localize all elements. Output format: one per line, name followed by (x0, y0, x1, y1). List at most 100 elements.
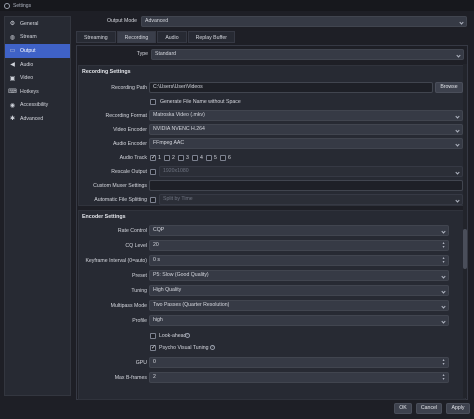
custom-muxer-input[interactable] (149, 180, 463, 191)
sidebar-item-stream[interactable]: ◍ Stream (5, 31, 70, 45)
gpu-row: GPU 0 ▲ ▼ (79, 357, 465, 369)
multipass-select[interactable]: Two Passes (Quarter Resolution) (149, 300, 449, 311)
tab-recording[interactable]: Recording (116, 31, 157, 43)
video-encoder-row: Video Encoder NVIDIA NVENC H.264 (79, 124, 465, 136)
auto-split-checkbox[interactable] (150, 196, 156, 203)
audio-encoder-select[interactable]: FFmpeg AAC (149, 138, 463, 149)
apply-button[interactable]: Apply (446, 403, 470, 414)
audio-track-checkbox-1[interactable] (150, 154, 156, 161)
audio-track-label-5: 5 (214, 154, 217, 161)
ok-button[interactable]: OK (394, 403, 412, 414)
rescale-output-select[interactable]: 1920x1080 (159, 166, 463, 177)
auto-split-select[interactable]: Split by Time (159, 194, 463, 205)
rescale-output-checkbox[interactable] (150, 168, 156, 175)
tuning-row: Tuning High Quality (79, 285, 465, 297)
tab-audio[interactable]: Audio (157, 31, 187, 43)
title-bar: Settings (0, 0, 474, 11)
profile-select[interactable]: high (149, 315, 449, 326)
rescale-output-row: Rescale Output 1920x1080 (79, 166, 465, 178)
obs-logo-icon (4, 2, 10, 9)
spin-arrows-icon[interactable]: ▲ ▼ (441, 373, 446, 381)
audio-encoder-label: Audio Encoder (112, 140, 147, 147)
custom-muxer-label: Custom Muxer Settings (93, 182, 147, 189)
cq-level-row: CQ Level 20 ▲ ▼ (79, 240, 465, 252)
audio-track-label-6: 6 (228, 154, 231, 161)
type-select[interactable]: Standard (151, 49, 464, 60)
recording-settings-group: Recording Settings Recording Path C:\Use… (78, 65, 466, 206)
no-space-checkbox[interactable] (150, 98, 156, 105)
keyframe-interval-row: Keyframe Interval (0=auto) 0 s ▲ ▼ (79, 255, 465, 267)
keyframe-interval-value: 0 s (153, 257, 160, 263)
sidebar-item-accessibility[interactable]: ◉ Accessibility (5, 99, 70, 113)
gpu-spinbox[interactable]: 0 ▲ ▼ (149, 357, 449, 368)
audio-track-checkbox-2[interactable] (164, 154, 170, 161)
cancel-button[interactable]: Cancel (416, 403, 442, 414)
spin-arrows-icon[interactable]: ▲ ▼ (441, 241, 446, 249)
look-ahead-row: Look-ahead ? (79, 330, 465, 342)
recording-path-input[interactable]: C:\Users\User\Videos (149, 82, 433, 93)
settings-sidebar: ⚙ General ◍ Stream ▭ Output ◀ Audio ▣ Vi… (4, 16, 71, 396)
multipass-row: Multipass Mode Two Passes (Quarter Resol… (79, 300, 465, 312)
cq-level-spinbox[interactable]: 20 ▲ ▼ (149, 240, 449, 251)
look-ahead-label: Look-ahead (159, 332, 187, 339)
sidebar-item-hotkeys[interactable]: ⌨ Hotkeys (5, 85, 70, 99)
vertical-scrollbar[interactable] (463, 64, 467, 398)
preset-select[interactable]: P5: Slow (Good Quality) (149, 270, 449, 281)
video-encoder-label: Video Encoder (113, 126, 147, 133)
sidebar-item-label: Output (20, 47, 36, 54)
browse-button[interactable]: Browse (435, 82, 463, 93)
group-title: Encoder Settings (82, 214, 126, 220)
max-bframes-row: Max B-frames 2 ▲ ▼ (79, 372, 465, 384)
speaker-icon: ◀ (10, 62, 15, 69)
psycho-visual-row: Psycho Visual Tuning ? (79, 342, 465, 354)
sidebar-item-label: Advanced (20, 115, 44, 122)
sidebar-item-general[interactable]: ⚙ General (5, 17, 70, 31)
tab-replay-buffer[interactable]: Replay Buffer (187, 31, 235, 43)
sidebar-item-video[interactable]: ▣ Video (5, 71, 70, 85)
profile-row: Profile high (79, 315, 465, 327)
audio-encoder-row: Audio Encoder FFmpeg AAC (79, 138, 465, 150)
sidebar-item-audio[interactable]: ◀ Audio (5, 58, 70, 72)
rate-control-label: Rate Control (117, 227, 147, 234)
recording-path-row: Recording Path C:\Users\User\Videos Brow… (79, 82, 465, 94)
keyframe-interval-spinbox[interactable]: 0 s ▲ ▼ (149, 255, 449, 266)
spin-arrows-icon[interactable]: ▲ ▼ (441, 358, 446, 366)
settings-scroll-area[interactable]: Recording Settings Recording Path C:\Use… (77, 64, 467, 400)
recording-format-row: Recording Format Matroska Video (.mkv) (79, 110, 465, 122)
tab-streaming[interactable]: Streaming (76, 31, 116, 43)
audio-track-checkbox-5[interactable] (206, 154, 212, 161)
audio-track-checkbox-3[interactable] (178, 154, 184, 161)
video-encoder-select[interactable]: NVIDIA NVENC H.264 (149, 124, 463, 135)
audio-track-checkbox-4[interactable] (192, 154, 198, 161)
audio-track-checkbox-6[interactable] (220, 154, 226, 161)
rescale-output-label: Rescale Output (111, 168, 147, 175)
output-mode-select[interactable]: Advanced (141, 16, 467, 27)
sidebar-item-advanced[interactable]: ✱ Advanced (5, 112, 70, 126)
recording-format-label: Recording Format (105, 112, 147, 119)
help-icon[interactable]: ? (185, 332, 190, 338)
recording-panel: Type Standard Recording Settings Recordi… (76, 45, 468, 400)
recording-format-select[interactable]: Matroska Video (.mkv) (149, 110, 463, 121)
sidebar-item-label: Accessibility (20, 102, 49, 109)
cq-level-value: 20 (153, 242, 159, 248)
psycho-visual-label: Psycho Visual Tuning (159, 344, 209, 351)
audio-track-row: Audio Track 1 2 3 4 5 6 (79, 152, 465, 164)
gpu-value: 0 (153, 359, 156, 365)
help-icon[interactable]: ? (210, 344, 215, 350)
monitor-icon: ▣ (9, 75, 16, 82)
look-ahead-checkbox[interactable] (150, 332, 156, 339)
psycho-visual-checkbox[interactable] (150, 344, 156, 351)
type-row: Type Standard (77, 49, 467, 61)
max-bframes-spinbox[interactable]: 2 ▲ ▼ (149, 372, 449, 383)
no-space-row: Generate File Name without Space (79, 96, 465, 108)
rate-control-select[interactable]: CQP (149, 225, 449, 236)
scrollbar-thumb[interactable] (463, 229, 467, 269)
window-title: Settings (13, 2, 32, 9)
encoder-settings-group: Encoder Settings Rate Control CQP CQ Lev… (78, 210, 466, 400)
recording-path-label: Recording Path (111, 84, 147, 91)
max-bframes-label: Max B-frames (114, 374, 147, 381)
profile-label: Profile (132, 317, 147, 324)
tuning-select[interactable]: High Quality (149, 285, 449, 296)
spin-arrows-icon[interactable]: ▲ ▼ (441, 256, 446, 264)
sidebar-item-output[interactable]: ▭ Output (5, 44, 70, 58)
